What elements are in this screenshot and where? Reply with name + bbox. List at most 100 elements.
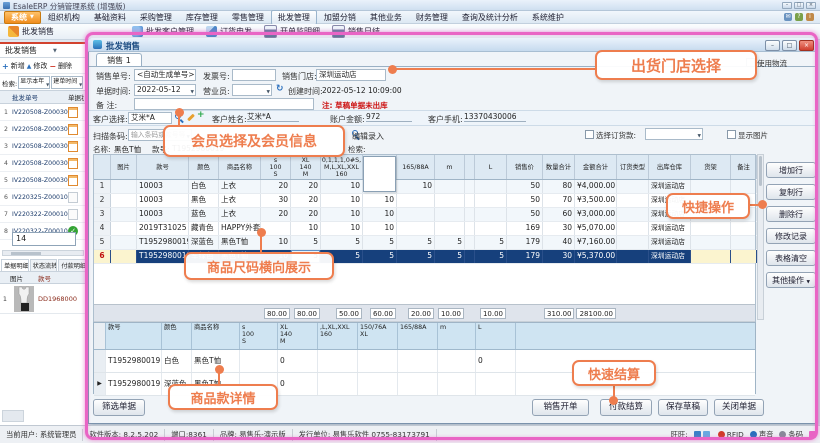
order-by-select[interactable]: 建单时间▼	[51, 76, 83, 89]
header-cell-size-16588a[interactable]: 165/88A	[398, 323, 438, 349]
rfid-icon[interactable]	[718, 431, 725, 438]
toolbar-billing-detail-button[interactable]: 开单监明细	[264, 25, 320, 38]
sidebar-tab-wholesale[interactable]: 批发销售 ▼	[0, 44, 86, 58]
open-sale-button[interactable]: 销售开单	[532, 399, 589, 416]
chevron-down-icon[interactable]: ▼	[267, 88, 270, 96]
header-cell-size-l[interactable]: L	[476, 323, 516, 349]
sales-grid-row[interactable]: 210003黑色上衣302010105070¥3,500.00深圳运动店	[94, 194, 755, 208]
sidebar-order-row[interactable]: 2IV220508-Z00030004	[0, 121, 86, 138]
sidebar-filter-input[interactable]: 14	[12, 232, 76, 246]
info-icon[interactable]: i	[806, 13, 814, 21]
header-cell-name[interactable]: 商品名称	[192, 323, 240, 349]
scrollbar-thumb[interactable]	[759, 156, 762, 186]
header-cell-size-s[interactable]: s 100 S	[261, 155, 291, 179]
header-cell-size-16588a[interactable]: 165/88A	[397, 155, 435, 179]
date-range-select[interactable]: 显示本年▼	[18, 76, 50, 89]
clerk-select[interactable]: ▼	[232, 84, 272, 96]
chevron-down-icon[interactable]: ▼	[698, 132, 701, 140]
remark-field[interactable]	[134, 98, 314, 110]
pick-order-option[interactable]: 选择订货款:	[585, 130, 636, 141]
save-draft-button[interactable]: 保存草稿	[658, 399, 708, 416]
header-cell-price[interactable]: 销售价	[507, 155, 543, 179]
mail-icon[interactable]: ✉	[784, 13, 792, 21]
header-cell-size-m[interactable]: m	[435, 155, 465, 179]
order-no-field[interactable]: <自动生成单号>	[134, 69, 196, 81]
header-cell-size-160[interactable]: 0,1,1,1,0#S, M,L,XL,XXL 160	[321, 155, 363, 179]
ww-icon[interactable]	[694, 431, 701, 438]
sales-grid-row[interactable]: 110003白色上衣202010105080¥4,000.00深圳运动店	[94, 180, 755, 194]
grid-vertical-scrollbar[interactable]	[757, 154, 764, 320]
delete-button[interactable]: 删除	[58, 61, 72, 71]
header-cell-color[interactable]: 颜色	[162, 323, 192, 349]
pay-settle-button[interactable]: 付款结算	[600, 399, 652, 416]
header-cell-size-l[interactable]: L	[475, 155, 507, 179]
menu-item-franchise[interactable]: 加盟分销	[317, 12, 363, 23]
menu-item-finance[interactable]: 财务管理	[409, 12, 455, 23]
header-cell-color[interactable]: 颜色	[189, 155, 219, 179]
header-cell-rack[interactable]: 货架	[691, 155, 731, 179]
toolbar-customer-mgmt-button[interactable]: 批发客户管理	[132, 26, 194, 37]
sidebar-order-row[interactable]: 6IV220325-Z00010001	[0, 189, 86, 206]
menu-item-org[interactable]: 组织机构	[41, 12, 87, 23]
header-cell-amt-total[interactable]: 金额合计	[575, 155, 617, 179]
sidebar-horizontal-scrollbar[interactable]	[2, 250, 84, 256]
header-cell-order-type[interactable]: 订货类型	[617, 155, 649, 179]
clear-grid-button[interactable]: 表格清空	[766, 250, 816, 266]
filter-doc-button[interactable]: 筛选单据	[93, 399, 145, 416]
refresh-icon[interactable]: ↻	[276, 84, 284, 94]
add-row-button[interactable]: 增加行	[766, 162, 816, 178]
menu-item-inventory[interactable]: 库存管理	[179, 12, 225, 23]
modify-button[interactable]: 修改	[33, 61, 47, 71]
header-cell-image[interactable]: 图片	[111, 155, 137, 179]
sidebar-order-row[interactable]: 7IV220322-Z00010002	[0, 206, 86, 223]
header-cell-qty-total[interactable]: 数量合计	[543, 155, 575, 179]
sidebar-order-row[interactable]: 3IV220508-Z00030003	[0, 138, 86, 155]
invoice-field[interactable]	[232, 69, 276, 81]
menu-item-maintenance[interactable]: 系统维护	[525, 12, 571, 23]
store-field[interactable]: 深圳运动店	[316, 69, 386, 81]
dialog-close-icon[interactable]: ×	[799, 40, 814, 51]
size-filter-popup[interactable]	[363, 156, 396, 192]
delete-row-button[interactable]: 删除行	[766, 206, 816, 222]
customer-select-field[interactable]: 艾米*A	[128, 112, 172, 124]
add-button[interactable]: 新增	[11, 61, 25, 71]
toolbar-daily-settle-button[interactable]: 销售日结	[332, 25, 380, 38]
menu-item-query-stats[interactable]: 查询及统计分析	[455, 12, 525, 23]
header-cell-size-xl140[interactable]: XL 140 M	[278, 323, 318, 349]
sidebar-order-row[interactable]: 4IV220508-Z00030002	[0, 155, 86, 172]
barcode-icon[interactable]	[779, 431, 786, 438]
toolbar-order-dispatch-button[interactable]: 订货申发	[206, 26, 252, 37]
header-cell-name[interactable]: 商品名称	[219, 155, 261, 179]
close-doc-button[interactable]: 关闭单据	[714, 399, 764, 416]
maximize-icon[interactable]: □	[794, 2, 804, 9]
sidebar-order-row[interactable]: 1IV220508-Z00030005	[0, 104, 86, 121]
sales-grid-row[interactable]: 5T1952980019深蓝色黑色T恤1055555517940¥7,160.0…	[94, 236, 755, 250]
header-cell-sku[interactable]: 款号	[106, 323, 162, 349]
close-icon[interactable]: ×	[806, 2, 816, 9]
other-actions-button[interactable]: 其他操作 ▼	[766, 272, 816, 288]
menu-item-purchase[interactable]: 采购管理	[133, 12, 179, 23]
chat-icon[interactable]	[703, 431, 710, 438]
system-menu-button[interactable]: 系统▼	[4, 11, 41, 24]
pick-order-select[interactable]: ▼	[645, 128, 703, 140]
edit-entry-button[interactable]: 编辑录入	[352, 131, 384, 142]
sound-icon[interactable]	[750, 431, 757, 438]
tab-sale-1[interactable]: 销售 1	[96, 53, 142, 67]
header-cell-size-m[interactable]: m	[438, 323, 476, 349]
menu-item-retail[interactable]: 零售管理	[225, 12, 271, 23]
sales-grid-row[interactable]: 310003蓝色上衣202010105060¥3,000.00深圳运动店	[94, 208, 755, 222]
header-cell-size-s[interactable]: s 100 S	[240, 323, 278, 349]
minimize-icon[interactable]: –	[782, 2, 792, 9]
tab-status-flow[interactable]: 状态流转	[30, 259, 58, 271]
sales-grid-row[interactable]: 42019T31025藏青色HAPPY外套10101016930¥5,070.0…	[94, 222, 755, 236]
menu-item-other-business[interactable]: 其他业务	[363, 12, 409, 23]
sidebar-order-row[interactable]: 5IV220508-Z00030001	[0, 172, 86, 189]
header-cell-warehouse[interactable]: 出库仓库	[649, 155, 691, 179]
help-icon[interactable]: ?	[795, 13, 803, 21]
header-cell-size-160[interactable]: ,L,XL,XXL 160	[318, 323, 358, 349]
copy-row-button[interactable]: 复制行	[766, 184, 816, 200]
toolbar-wholesale-sale-button[interactable]: 批发销售	[8, 26, 54, 37]
dialog-minimize-icon[interactable]: –	[765, 40, 780, 51]
tab-doc-detail[interactable]: 单据明细	[1, 259, 29, 271]
dialog-maximize-icon[interactable]: □	[782, 40, 797, 51]
